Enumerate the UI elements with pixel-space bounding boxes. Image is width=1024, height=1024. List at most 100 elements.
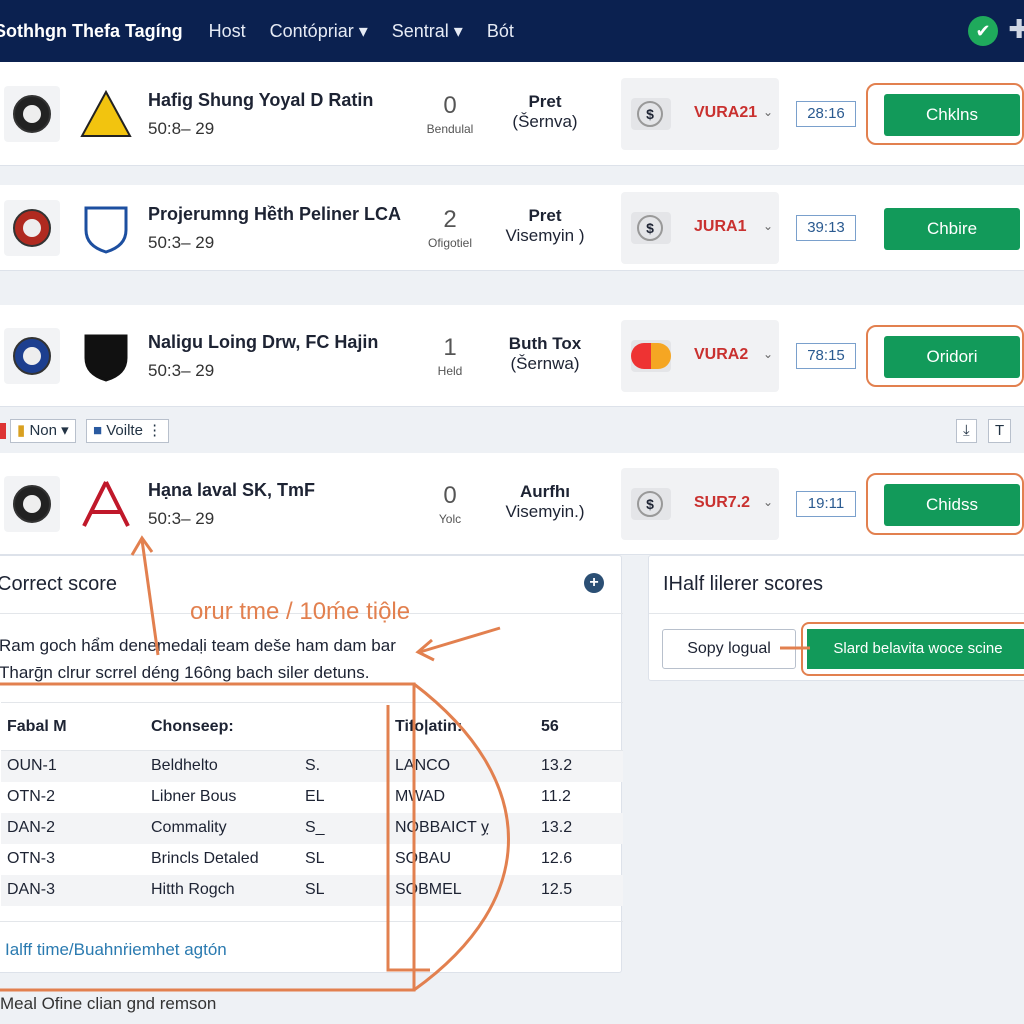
team-crest-icon bbox=[4, 85, 60, 142]
market-sub: Visemyin.) bbox=[505, 502, 585, 521]
copy-logual-button[interactable]: Sopy logual bbox=[662, 629, 796, 669]
odds-selector[interactable]: $ VURA21 ⌄ bbox=[621, 78, 779, 150]
half-time-scores-panel: IHalf lilerer scores Sopy logual Slard b… bbox=[648, 555, 1024, 681]
add-icon[interactable]: + bbox=[584, 573, 604, 593]
check-icon[interactable]: ✔ bbox=[968, 16, 998, 46]
nav-item-bot[interactable]: Bót bbox=[487, 21, 514, 42]
table-row[interactable]: OTN-3 Brincls Detaled SL SOBAU 12.6 bbox=[1, 844, 623, 875]
team-crest-icon bbox=[4, 199, 60, 256]
table-row[interactable]: OUN-1 Beldhelto S. LANCO 13.2 bbox=[1, 750, 623, 782]
filter-label: Non bbox=[29, 422, 57, 439]
market-name: Aurfhı bbox=[519, 482, 571, 501]
filter-non-dropdown[interactable]: ▮ Non ▾ bbox=[10, 419, 76, 443]
market: Aurfhı Visemyin.) bbox=[500, 482, 590, 522]
text-button[interactable]: T bbox=[988, 419, 1012, 443]
match-time: 19:11 bbox=[796, 491, 856, 517]
match-row: Projerumng Hềth Peliner LCA 50:3– 29 2 Of… bbox=[0, 185, 1024, 271]
match-score: 0 Bendulal bbox=[420, 92, 480, 138]
half-time-link[interactable]: Ialff time/Buahnṙiemhet agtón bbox=[5, 940, 227, 960]
team-crest-icon bbox=[4, 475, 60, 532]
brand[interactable]: Sothhgn Thefa Tagíng bbox=[0, 21, 183, 42]
chevron-down-icon: ⌄ bbox=[763, 347, 774, 361]
column-header: Tifo|atin: bbox=[395, 717, 463, 735]
dollar-icon: $ bbox=[637, 491, 663, 517]
table-cell: 11.2 bbox=[541, 788, 571, 805]
table-cell: EL bbox=[305, 788, 325, 805]
table-cell: Brincls Detaled bbox=[151, 850, 259, 867]
match-title[interactable]: Hạna laval SK, TmF bbox=[148, 480, 315, 501]
nav-item-sentral[interactable]: Sentral ▾ bbox=[392, 21, 463, 42]
description-line: Ram goch hẩm denemedaḷi team dešе ham da… bbox=[0, 636, 396, 655]
table-cell: 12.5 bbox=[541, 881, 573, 898]
action-button-wrap: Chidss bbox=[866, 473, 1024, 535]
chevron-down-icon: ⌄ bbox=[763, 105, 774, 119]
match-title[interactable]: Hafig Shung Yoyal D Ratin bbox=[148, 90, 373, 111]
match-score: 0 Yolc bbox=[420, 482, 480, 528]
odds-selector[interactable]: VURA2 ⌄ bbox=[621, 320, 779, 392]
footer-text: Meal Ofine clian gnd remson bbox=[0, 994, 217, 1013]
team-badge-icon bbox=[78, 86, 134, 142]
score-label: Ofigotiel bbox=[427, 236, 473, 250]
score-value: 2 bbox=[443, 206, 457, 233]
dollar-icon: $ bbox=[637, 215, 663, 241]
match-time: 78:15 bbox=[796, 343, 856, 369]
table-row[interactable]: DAN-3 Hitth Rogch SL SOBMEL 12.5 bbox=[1, 874, 623, 906]
market: Pret (Šernva) bbox=[500, 92, 590, 132]
chevron-down-icon: ⌄ bbox=[763, 219, 774, 233]
table-cell: 12.6 bbox=[541, 850, 573, 867]
table-row[interactable]: DAN-2 Commality S_ NOBBAICT ỵ 13.2 bbox=[1, 812, 623, 844]
flag-icon: ▮ bbox=[17, 422, 26, 439]
action-button[interactable]: Chklns bbox=[884, 94, 1020, 136]
table-cell: 13.2 bbox=[541, 819, 573, 836]
panel-title: Correct score bbox=[0, 573, 118, 595]
table-cell: SL bbox=[305, 850, 325, 867]
action-button[interactable]: Chidss bbox=[884, 484, 1020, 526]
annotation-label: orur tme / 10ḿe tiộle bbox=[190, 598, 411, 625]
team-badge-icon bbox=[78, 200, 134, 256]
table-cell: DAN-2 bbox=[7, 819, 56, 836]
column-header: Fabal M bbox=[7, 717, 67, 735]
table-cell: S_ bbox=[305, 819, 325, 836]
download-icon[interactable]: ⤓ bbox=[956, 419, 977, 443]
start-button[interactable]: Slard belavita woce scine bbox=[807, 629, 1024, 669]
market-sub: (Šernva) bbox=[512, 112, 578, 131]
action-button[interactable]: Chbire bbox=[884, 208, 1020, 250]
chevron-down-icon: ⌄ bbox=[763, 495, 774, 509]
table-cell: OTN-3 bbox=[7, 850, 55, 867]
match-title[interactable]: Projerumng Hềth Peliner LCA bbox=[148, 204, 401, 225]
match-time: 39:13 bbox=[796, 215, 856, 241]
market-name: Buth Tox bbox=[508, 334, 582, 353]
settings-icon[interactable]: ✚ bbox=[1008, 14, 1024, 45]
mastercard-icon bbox=[631, 343, 671, 369]
filter-voilte-dropdown[interactable]: ■ Voilte ⋮ bbox=[86, 419, 170, 443]
table-cell: Hitth Rogch bbox=[151, 881, 235, 898]
market-sub: (Šernwa) bbox=[510, 354, 580, 373]
nav-item-contopriar[interactable]: Contópriar ▾ bbox=[270, 21, 368, 42]
table-cell: OTN-2 bbox=[7, 788, 55, 805]
nav-item-host[interactable]: Host bbox=[209, 21, 246, 42]
flag-icon bbox=[0, 423, 6, 439]
match-date: 50:3– 29 bbox=[148, 233, 215, 252]
table-row[interactable]: OTN-2 Libner Bous EL MWAD 11.2 bbox=[1, 782, 623, 813]
score-label: Bendulal bbox=[426, 122, 474, 136]
score-label: Yolc bbox=[438, 512, 462, 526]
match-date: 50:3– 29 bbox=[148, 361, 215, 380]
filter-toolbar: ▮ Non ▾ ■ Voilte ⋮ ⤓ T bbox=[0, 414, 1024, 448]
square-icon: ■ bbox=[93, 422, 103, 439]
filter-label: Voilte bbox=[106, 422, 143, 439]
column-header: Chonseep: bbox=[151, 717, 234, 735]
dollar-icon: $ bbox=[637, 101, 663, 127]
table-cell: Libner Bous bbox=[151, 788, 237, 805]
odds-selector[interactable]: $ SUR7.2 ⌄ bbox=[621, 468, 779, 540]
odds-selector[interactable]: $ JURA1 ⌄ bbox=[621, 192, 779, 264]
match-score: 2 Ofigotiel bbox=[420, 206, 480, 252]
match-title[interactable]: Naligu Loing Drw, FC Hajin bbox=[148, 332, 378, 353]
market: Pret Visemyin ) bbox=[500, 206, 590, 246]
match-score: 1 Held bbox=[420, 334, 480, 380]
action-button[interactable]: Oridori bbox=[884, 336, 1020, 378]
table-cell: SL bbox=[305, 881, 325, 898]
table-cell: LANCO bbox=[395, 757, 451, 775]
team-badge-icon bbox=[78, 476, 134, 532]
team-crest-icon bbox=[4, 327, 60, 384]
top-nav: Sothhgn Thefa Tagíng Host Contópriar ▾ S… bbox=[0, 0, 1024, 62]
